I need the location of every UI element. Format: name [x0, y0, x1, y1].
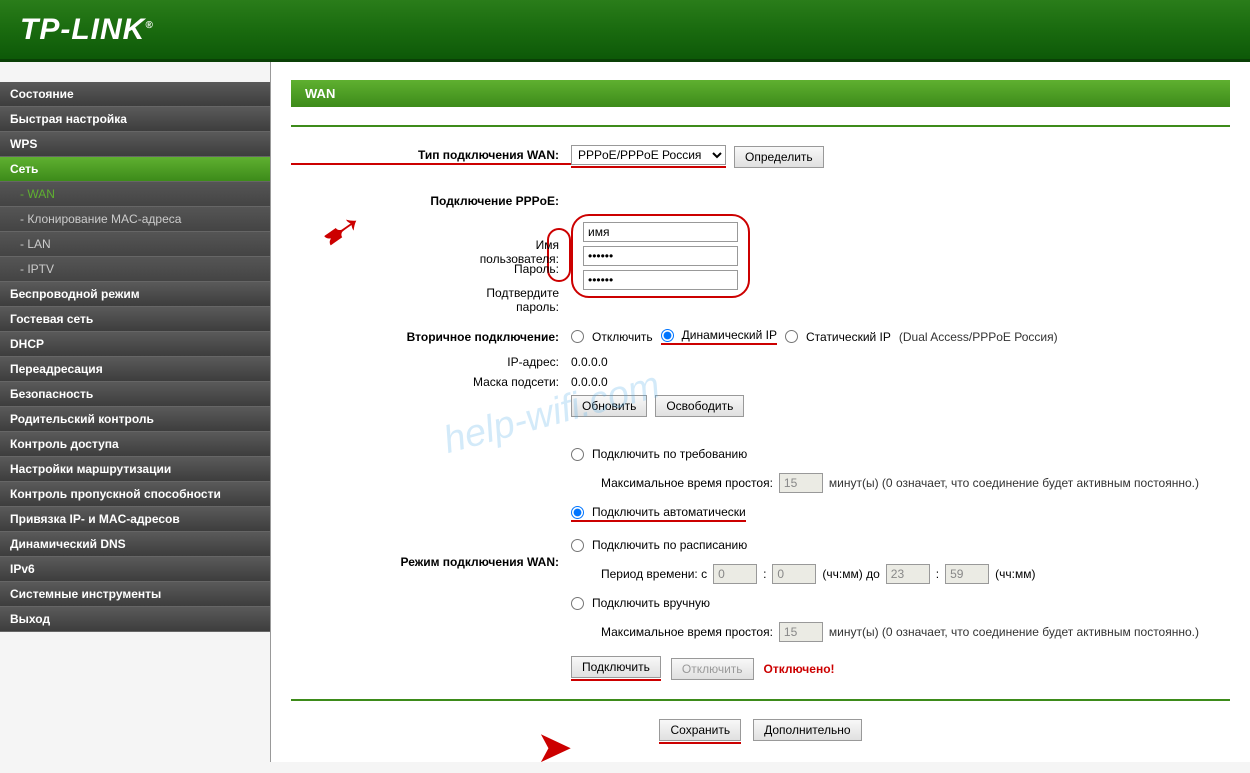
- page-title: WAN: [291, 80, 1230, 107]
- separator: [291, 125, 1230, 127]
- sidebar-item-dhcp[interactable]: DHCP: [0, 332, 270, 357]
- sched-from-hour[interactable]: [713, 564, 757, 584]
- disconnect-button[interactable]: Отключить: [671, 658, 754, 680]
- sidebar-item-routing[interactable]: Настройки маршрутизации: [0, 457, 270, 482]
- sidebar-item-parental[interactable]: Родительский контроль: [0, 407, 270, 432]
- sidebar: Состояние Быстрая настройка WPS Сеть - W…: [0, 62, 270, 762]
- sidebar-subitem-wan[interactable]: - WAN: [0, 182, 270, 207]
- connection-status: Отключено!: [764, 662, 835, 676]
- renew-button[interactable]: Обновить: [571, 395, 647, 417]
- mask-label: Маска подсети:: [291, 375, 571, 389]
- sidebar-item-wps[interactable]: WPS: [0, 132, 270, 157]
- ip-label: IP-адрес:: [291, 355, 571, 369]
- radio-secondary-off[interactable]: [571, 330, 584, 343]
- brand-logo: TP-LINK®: [20, 13, 154, 47]
- username-input[interactable]: [583, 222, 738, 242]
- header-bar: TP-LINK®: [0, 0, 1250, 62]
- separator: [291, 699, 1230, 701]
- sidebar-subitem-lan[interactable]: - LAN: [0, 232, 270, 257]
- sidebar-item-bandwidth[interactable]: Контроль пропускной способности: [0, 482, 270, 507]
- save-button[interactable]: Сохранить: [659, 719, 741, 741]
- idle-label: Максимальное время простоя:: [601, 476, 773, 490]
- sched-from-min[interactable]: [772, 564, 816, 584]
- content-area: ➸ ➤ help-wifi.com WAN Тип подключения WA…: [270, 62, 1250, 762]
- idle2-input[interactable]: [779, 622, 823, 642]
- sidebar-item-status[interactable]: Состояние: [0, 82, 270, 107]
- sidebar-item-ddns[interactable]: Динамический DNS: [0, 532, 270, 557]
- sched-to-min[interactable]: [945, 564, 989, 584]
- sidebar-item-ipmac[interactable]: Привязка IP- и MAC-адресов: [0, 507, 270, 532]
- radio-secondary-dynamic[interactable]: [661, 329, 674, 342]
- idle2-hint: минут(ы) (0 означает, что соединение буд…: [829, 625, 1199, 639]
- sidebar-item-access[interactable]: Контроль доступа: [0, 432, 270, 457]
- radio-mode-auto[interactable]: [571, 506, 584, 519]
- sidebar-subitem-iptv[interactable]: - IPTV: [0, 257, 270, 282]
- radio-mode-manual[interactable]: [571, 597, 584, 610]
- secondary-hint: (Dual Access/PPPoE Россия): [899, 330, 1058, 344]
- ip-value: 0.0.0.0: [571, 355, 608, 369]
- mask-value: 0.0.0.0: [571, 375, 608, 389]
- password-confirm-input[interactable]: [583, 270, 738, 290]
- idle2-label: Максимальное время простоя:: [601, 625, 773, 639]
- sched-label: Период времени: с: [601, 567, 707, 581]
- sidebar-item-security[interactable]: Безопасность: [0, 382, 270, 407]
- sidebar-item-system[interactable]: Системные инструменты: [0, 582, 270, 607]
- username-label: Имя пользователя: Пароль: Подтвердите па…: [291, 228, 571, 285]
- sidebar-item-wireless[interactable]: Беспроводной режим: [0, 282, 270, 307]
- secondary-conn-label: Вторичное подключение:: [291, 330, 571, 344]
- sidebar-subitem-mac-clone[interactable]: - Клонирование MAC-адреса: [0, 207, 270, 232]
- sidebar-item-logout[interactable]: Выход: [0, 607, 270, 632]
- sched-to-hour[interactable]: [886, 564, 930, 584]
- sidebar-item-guest[interactable]: Гостевая сеть: [0, 307, 270, 332]
- connect-button[interactable]: Подключить: [571, 656, 661, 678]
- radio-secondary-static[interactable]: [785, 330, 798, 343]
- wan-type-select[interactable]: PPPoE/PPPoE Россия: [571, 145, 726, 165]
- sidebar-item-network[interactable]: Сеть: [0, 157, 270, 182]
- idle-input[interactable]: [779, 473, 823, 493]
- idle-hint: минут(ы) (0 означает, что соединение буд…: [829, 476, 1199, 490]
- pppoe-header: Подключение PPPoE:: [291, 194, 571, 208]
- advanced-button[interactable]: Дополнительно: [753, 719, 861, 741]
- radio-mode-demand[interactable]: [571, 448, 584, 461]
- password-input[interactable]: [583, 246, 738, 266]
- wan-type-label: Тип подключения WAN:: [291, 148, 571, 165]
- conn-mode-label: Режим подключения WAN:: [291, 555, 571, 569]
- radio-mode-scheduled[interactable]: [571, 539, 584, 552]
- detect-button[interactable]: Определить: [734, 146, 824, 168]
- release-button[interactable]: Освободить: [655, 395, 744, 417]
- sidebar-item-quicksetup[interactable]: Быстрая настройка: [0, 107, 270, 132]
- sidebar-item-ipv6[interactable]: IPv6: [0, 557, 270, 582]
- sidebar-item-forwarding[interactable]: Переадресация: [0, 357, 270, 382]
